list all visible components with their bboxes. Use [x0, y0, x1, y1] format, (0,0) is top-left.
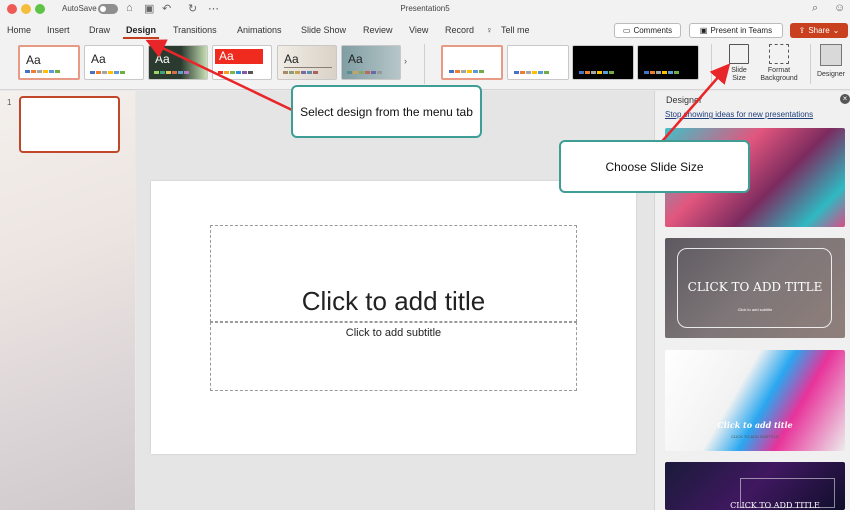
theme-office-2[interactable]: Aa [84, 45, 144, 80]
stop-showing-ideas-link[interactable]: Stop showing ideas for new presentations [665, 110, 813, 119]
designer-pane-title: Designer [666, 95, 703, 105]
variant-4[interactable] [637, 45, 699, 80]
theme-preview-text: Aa [26, 53, 41, 67]
tab-view[interactable]: View [409, 25, 428, 35]
slide-thumbnail-pane [0, 91, 135, 510]
theme-preview-text: Aa [348, 52, 363, 66]
slide-number: 1 [7, 98, 12, 107]
slide-size-callout: Choose Slide Size [559, 140, 750, 193]
slide-size-label: Slide Size [731, 67, 747, 82]
ribbon-divider [810, 44, 811, 84]
tab-animations[interactable]: Animations [237, 25, 282, 35]
title-placeholder[interactable]: Click to add title [210, 225, 577, 322]
design-idea-title: CLICK TO ADD TITLE [730, 501, 820, 510]
share-label: Share [808, 26, 830, 35]
share-button[interactable]: ⇪ Share ⌄ [790, 23, 848, 38]
design-idea-title: CLICK TO ADD TITLE [687, 280, 823, 294]
comment-icon: ▭ [622, 26, 631, 35]
chevron-down-icon: ⌄ [832, 26, 840, 35]
more-themes-chevron-icon[interactable]: › [404, 56, 407, 66]
theme-slate[interactable]: Aa [341, 45, 401, 80]
variant-3[interactable] [572, 45, 634, 80]
theme-dark-green[interactable]: Aa [148, 45, 208, 80]
theme-swatches [283, 71, 318, 74]
design-idea-3[interactable]: Click to add title CLICK TO ADD SUBTITLE [665, 350, 845, 451]
theme-office[interactable]: Aa [18, 45, 80, 80]
theme-rule [284, 67, 332, 68]
tab-record[interactable]: Record [445, 25, 474, 35]
designer-label: Designer [816, 71, 845, 78]
present-label: Present in Teams [710, 26, 773, 35]
tab-review[interactable]: Review [363, 25, 393, 35]
theme-beige[interactable]: Aa [277, 45, 337, 80]
slide-size-button[interactable]: Slide Size [724, 44, 754, 83]
variant-swatches [514, 71, 549, 74]
variant-swatches [449, 70, 484, 73]
tab-transitions[interactable]: Transitions [173, 25, 217, 35]
active-tab-indicator [123, 37, 159, 39]
title-bar: AutoSave ⌂ ▣ ↶ ↻ ⋯ Presentation5 ⌕ ☺ [0, 0, 850, 19]
theme-preview-text: Aa [284, 52, 299, 66]
tab-design[interactable]: Design [126, 25, 156, 35]
comments-button[interactable]: ▭ Comments [614, 23, 681, 38]
theme-swatches [25, 70, 60, 73]
theme-swatches [218, 71, 253, 74]
design-idea-subtitle: CLICK TO ADD SUBTITLE [731, 434, 779, 439]
close-icon[interactable]: × [840, 94, 850, 104]
designer-icon [820, 44, 842, 66]
lightbulb-icon: ♀ [486, 25, 493, 35]
tab-slide-show[interactable]: Slide Show [301, 25, 346, 35]
theme-swatches [90, 71, 125, 74]
ribbon-divider [424, 44, 425, 84]
subtitle-placeholder[interactable]: Click to add subtitle [210, 322, 577, 391]
design-idea-4[interactable]: CLICK TO ADD TITLE [665, 462, 845, 510]
comments-label: Comments [633, 26, 673, 35]
slide-size-icon [729, 44, 749, 64]
ribbon-divider [711, 44, 712, 84]
tab-insert[interactable]: Insert [47, 25, 70, 35]
variant-swatches [644, 71, 679, 74]
slide-thumbnail[interactable] [19, 96, 120, 153]
share-icon: ⇪ [798, 26, 806, 35]
design-idea-2[interactable]: CLICK TO ADD TITLE Click to add subtitle [665, 238, 845, 338]
format-background-label: Format Background [760, 67, 798, 82]
theme-preview-text: Aa [219, 49, 234, 63]
subtitle-placeholder-text: Click to add subtitle [345, 327, 442, 339]
design-idea-subtitle: Click to add subtitle [737, 307, 773, 312]
variant-swatches [579, 71, 614, 74]
theme-swatches [154, 71, 189, 74]
theme-preview-text: Aa [91, 52, 106, 66]
teams-icon: ▣ [699, 26, 708, 35]
tab-draw[interactable]: Draw [89, 25, 110, 35]
tab-home[interactable]: Home [7, 25, 31, 35]
design-callout-text: Select design from the menu tab [300, 104, 473, 119]
design-idea-title: Click to add title [717, 420, 793, 430]
theme-swatches [347, 71, 382, 74]
variant-2[interactable] [507, 45, 569, 80]
format-background-icon [769, 44, 789, 64]
present-in-teams-button[interactable]: ▣ Present in Teams [689, 23, 783, 38]
design-tab-callout: Select design from the menu tab [291, 85, 482, 138]
account-icon[interactable]: ☺ [834, 2, 845, 14]
theme-red-banner[interactable]: Aa [212, 45, 272, 80]
designer-button[interactable]: Designer [814, 44, 848, 79]
variant-1[interactable] [441, 45, 503, 80]
format-background-button[interactable]: Format Background [757, 44, 801, 83]
title-placeholder-text: Click to add title [301, 286, 486, 316]
theme-preview-text: Aa [155, 52, 170, 66]
search-icon[interactable]: ⌕ [812, 2, 818, 15]
tell-me-search[interactable]: Tell me [501, 25, 530, 35]
document-title: Presentation5 [400, 4, 450, 13]
size-callout-text: Choose Slide Size [605, 159, 704, 174]
